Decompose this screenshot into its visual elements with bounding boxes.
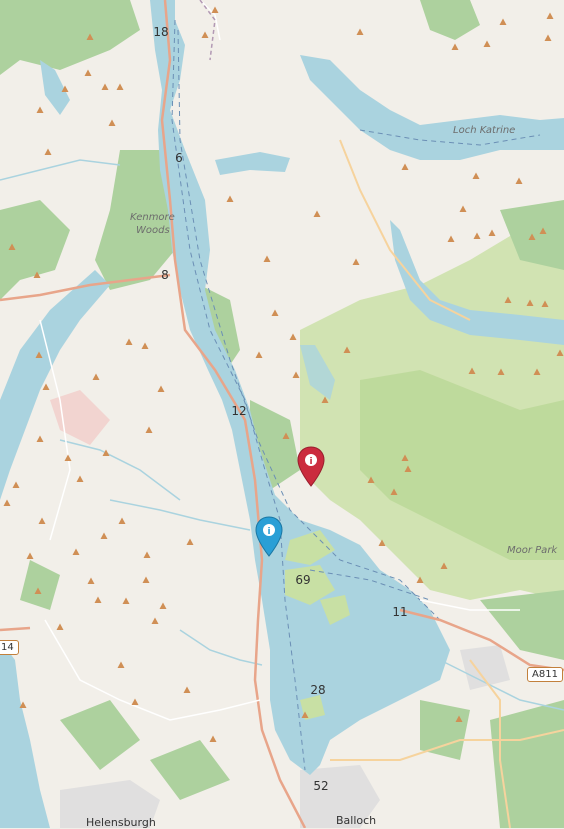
- cluster-marker[interactable]: 6: [158, 137, 200, 179]
- label-moor-park: Moor Park: [507, 545, 558, 556]
- cluster-marker[interactable]: 12: [218, 390, 260, 432]
- cluster-marker[interactable]: 11: [379, 591, 421, 633]
- red-marker[interactable]: i: [296, 446, 326, 488]
- svg-text:i: i: [267, 527, 270, 537]
- road-shield-a811: A811: [527, 667, 563, 682]
- label-woods: Woods: [136, 225, 170, 236]
- marker-pin-shape: i: [297, 446, 325, 487]
- cluster-count: 52: [313, 779, 329, 793]
- label-helensburgh: Helensburgh: [86, 816, 156, 829]
- cluster-count: 8: [161, 268, 169, 282]
- cluster-count: 69: [295, 573, 311, 587]
- marker-pin-shape: i: [255, 516, 283, 557]
- svg-text:i: i: [309, 457, 312, 467]
- cluster-count: 6: [175, 151, 183, 165]
- cluster-marker[interactable]: 28: [297, 669, 339, 711]
- road-shield-14: 14: [0, 640, 19, 655]
- label-balloch: Balloch: [336, 814, 377, 827]
- cluster-count: 28: [310, 683, 326, 697]
- label-loch-katrine: Loch Katrine: [453, 125, 516, 136]
- cluster-marker[interactable]: 8: [144, 254, 186, 296]
- cluster-marker[interactable]: 69: [282, 559, 324, 601]
- cluster-marker[interactable]: 52: [300, 765, 342, 807]
- cluster-count: 18: [153, 25, 169, 39]
- cluster-count: 12: [231, 404, 247, 418]
- label-kenmore: Kenmore: [130, 212, 175, 223]
- cluster-marker[interactable]: 18: [140, 11, 182, 53]
- cluster-count: 11: [392, 605, 408, 619]
- blue-marker[interactable]: i: [254, 516, 284, 558]
